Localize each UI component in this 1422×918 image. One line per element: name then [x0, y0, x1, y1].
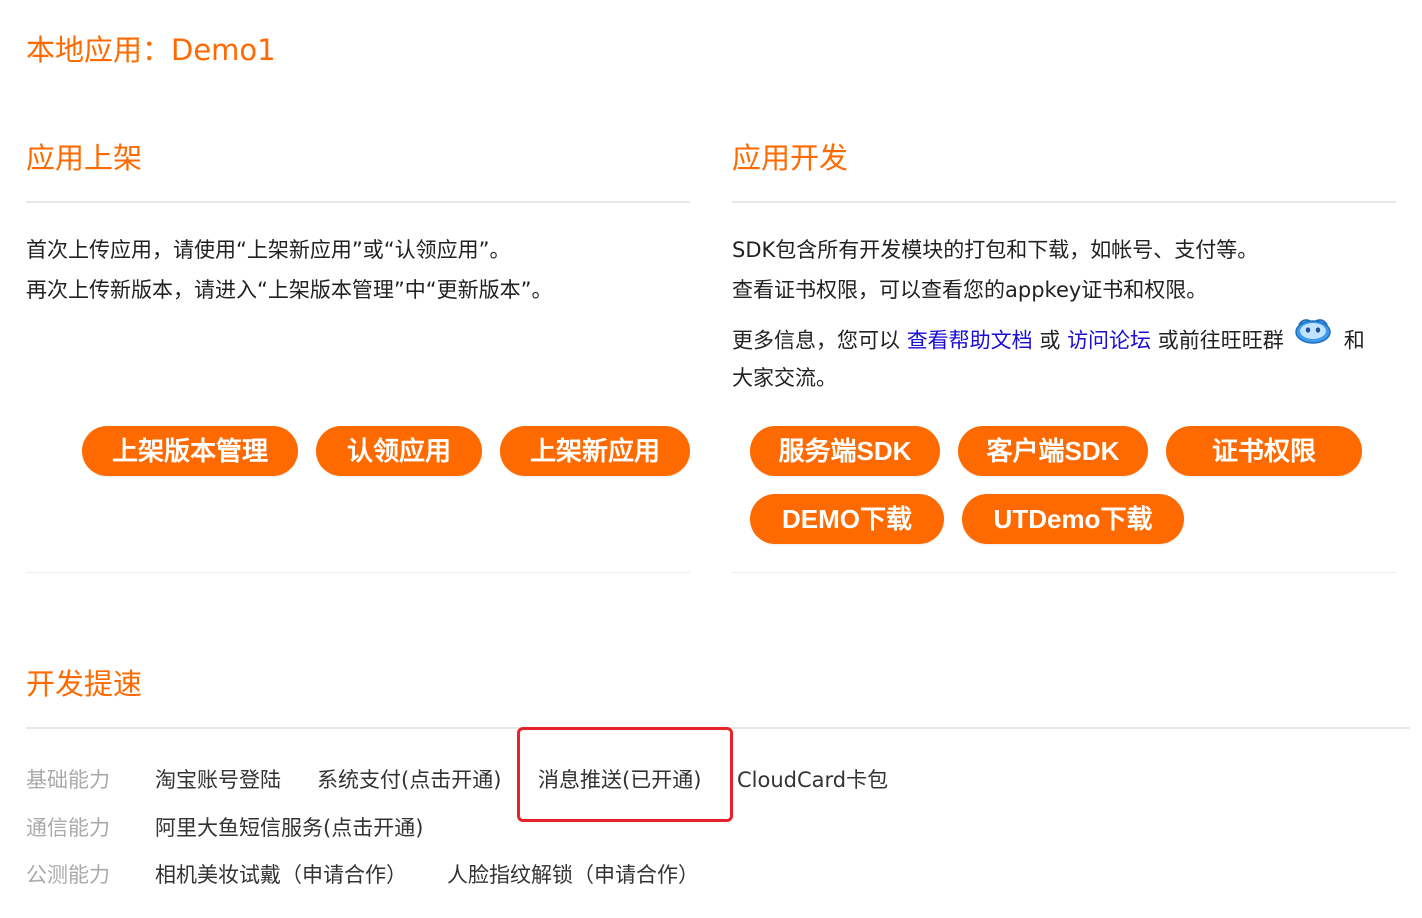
- and-text: 和: [1343, 328, 1365, 353]
- wangwang-icon[interactable]: [1294, 316, 1332, 359]
- forum-link[interactable]: 访问论坛: [1067, 329, 1151, 353]
- publish-new-app-button[interactable]: 上架新应用: [500, 426, 690, 476]
- client-sdk-button[interactable]: 客户端SDK: [958, 426, 1148, 476]
- version-management-button[interactable]: 上架版本管理: [82, 426, 298, 476]
- page-title: 本地应用：Demo1: [26, 33, 276, 67]
- server-sdk-button[interactable]: 服务端SDK: [750, 426, 940, 476]
- development-line-2: 查看证书权限，可以查看您的appkey证书和权限。: [732, 278, 1208, 302]
- category-label-basic: 基础能力: [26, 768, 110, 792]
- listing-line-1: 首次上传应用，请使用“上架新应用”或“认领应用”。: [26, 238, 511, 262]
- claim-app-button[interactable]: 认领应用: [316, 426, 482, 476]
- development-line-4: 大家交流。: [732, 366, 837, 390]
- highlight-annotation: [517, 727, 733, 822]
- section-title-development: 应用开发: [732, 141, 849, 175]
- wangwang-text: 或前往旺旺群: [1157, 328, 1284, 353]
- feature-face-fingerprint-unlock[interactable]: 人脸指纹解锁（申请合作）: [447, 860, 699, 890]
- help-docs-link[interactable]: 查看帮助文档: [907, 329, 1033, 353]
- feature-taobao-login[interactable]: 淘宝账号登陆: [155, 765, 281, 795]
- feature-alidayu-sms[interactable]: 阿里大鱼短信服务(点击开通): [155, 813, 423, 843]
- category-label-communication: 通信能力: [26, 816, 110, 840]
- more-info-text: 更多信息，您可以: [732, 328, 900, 353]
- divider: [26, 201, 690, 203]
- divider: [732, 201, 1396, 203]
- demo-download-button[interactable]: DEMO下载: [750, 494, 944, 544]
- divider: [26, 572, 690, 573]
- section-title-speedup: 开发提速: [26, 667, 143, 701]
- feature-cloudcard[interactable]: CloudCard卡包: [737, 765, 888, 795]
- category-label-beta: 公测能力: [26, 863, 110, 887]
- listing-line-2: 再次上传新版本，请进入“上架版本管理”中“更新版本”。: [26, 278, 553, 302]
- feature-system-payment[interactable]: 系统支付(点击开通): [317, 765, 501, 795]
- certificate-permissions-button[interactable]: 证书权限: [1166, 426, 1362, 476]
- utdemo-download-button[interactable]: UTDemo下载: [962, 494, 1184, 544]
- section-title-listing: 应用上架: [26, 141, 143, 175]
- or-text: 或: [1039, 328, 1061, 353]
- divider: [732, 572, 1396, 573]
- development-line-1: SDK包含所有开发模块的打包和下载，如帐号、支付等。: [732, 238, 1259, 262]
- feature-camera-makeup[interactable]: 相机美妆试戴（申请合作）: [155, 860, 407, 890]
